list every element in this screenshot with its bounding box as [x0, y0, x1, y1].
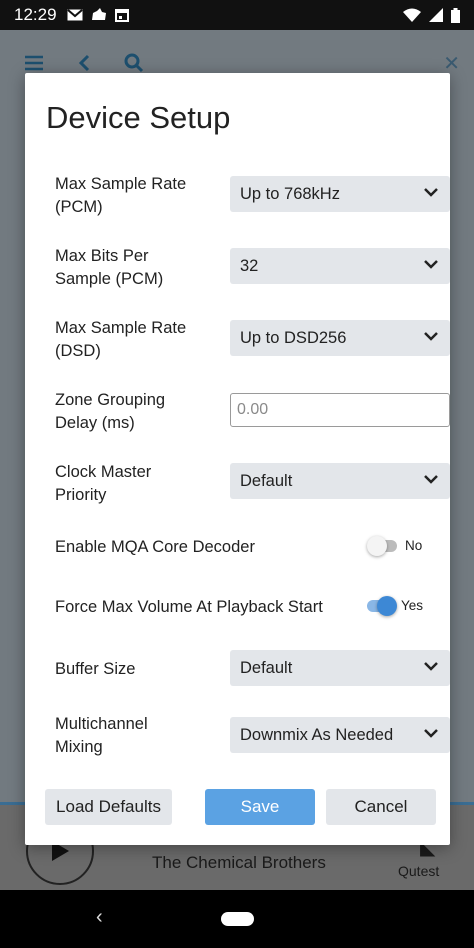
toggle-knob: [377, 595, 397, 616]
setting-label: Zone Grouping Delay (ms): [55, 391, 166, 432]
back-arrow-icon[interactable]: [78, 54, 90, 72]
zone-grouping-delay-input[interactable]: 0.00: [230, 393, 450, 427]
cloud-icon: [91, 8, 106, 20]
select-value: Up to 768kHz: [240, 184, 340, 203]
signal-icon: [429, 8, 443, 22]
toggle-track: [367, 535, 397, 556]
chevron-down-icon: [424, 260, 438, 269]
chevron-down-icon: [424, 332, 438, 341]
max-bits-per-sample-select[interactable]: 32: [230, 248, 450, 284]
menu-icon[interactable]: [24, 55, 44, 71]
enable-mqa-toggle[interactable]: No: [367, 535, 423, 556]
chevron-down-icon: [424, 475, 438, 484]
toggle-state: No: [405, 538, 423, 553]
search-icon[interactable]: [124, 53, 144, 73]
setting-label: Max Sample Rate (PCM): [55, 175, 187, 216]
select-value: Default: [240, 658, 293, 677]
chevron-down-icon: [424, 729, 438, 738]
select-value: 32: [240, 256, 259, 275]
setting-label: Multichannel Mixing: [55, 715, 148, 756]
setting-label: Force Max Volume At Playback Start: [55, 598, 323, 616]
force-max-volume-toggle[interactable]: Yes: [367, 595, 424, 616]
nav-back-icon[interactable]: ‹: [96, 906, 103, 929]
battery-icon: [451, 7, 460, 23]
setting-label: Enable MQA Core Decoder: [55, 538, 255, 556]
toggle-track: [367, 595, 397, 616]
setting-label: Buffer Size: [55, 660, 136, 678]
max-sample-rate-dsd-select[interactable]: Up to DSD256: [230, 320, 450, 356]
save-button[interactable]: Save: [205, 789, 315, 825]
zone-name[interactable]: Qutest: [398, 863, 439, 879]
toggle-knob: [367, 535, 387, 556]
select-value: Default: [240, 471, 293, 490]
select-value: Downmix As Needed: [240, 725, 394, 744]
status-bar: 12:29: [0, 0, 474, 30]
select-value: Up to DSD256: [240, 328, 347, 347]
gmail-icon: [66, 9, 83, 21]
max-sample-rate-pcm-select[interactable]: Up to 768kHz: [230, 176, 450, 212]
setting-label: Clock Master Priority: [55, 463, 152, 504]
load-defaults-button[interactable]: Load Defaults: [45, 789, 172, 825]
clock-master-priority-select[interactable]: Default: [230, 463, 450, 499]
setting-label: Max Sample Rate (DSD): [55, 319, 187, 360]
close-icon[interactable]: ✕: [443, 51, 460, 76]
buffer-size-select[interactable]: Default: [230, 650, 450, 686]
calendar-icon: [114, 9, 129, 22]
now-playing-artist: The Chemical Brothers: [152, 853, 326, 872]
multichannel-mixing-select[interactable]: Downmix As Needed: [230, 717, 450, 753]
chevron-down-icon: [424, 188, 438, 197]
nav-home-pill[interactable]: [221, 912, 254, 926]
status-time: 12:29: [14, 5, 57, 24]
chevron-down-icon: [424, 662, 438, 671]
dialog-title: Device Setup: [46, 100, 231, 135]
cancel-button[interactable]: Cancel: [326, 789, 436, 825]
toggle-state: Yes: [401, 598, 424, 613]
setting-label: Max Bits Per Sample (PCM): [55, 247, 164, 288]
input-placeholder: 0.00: [237, 401, 269, 418]
device-setup-dialog: Device Setup Max Sample Rate (PCM) Up to…: [25, 73, 450, 845]
system-nav-bar: ‹: [0, 890, 474, 948]
wifi-icon: [403, 8, 421, 22]
